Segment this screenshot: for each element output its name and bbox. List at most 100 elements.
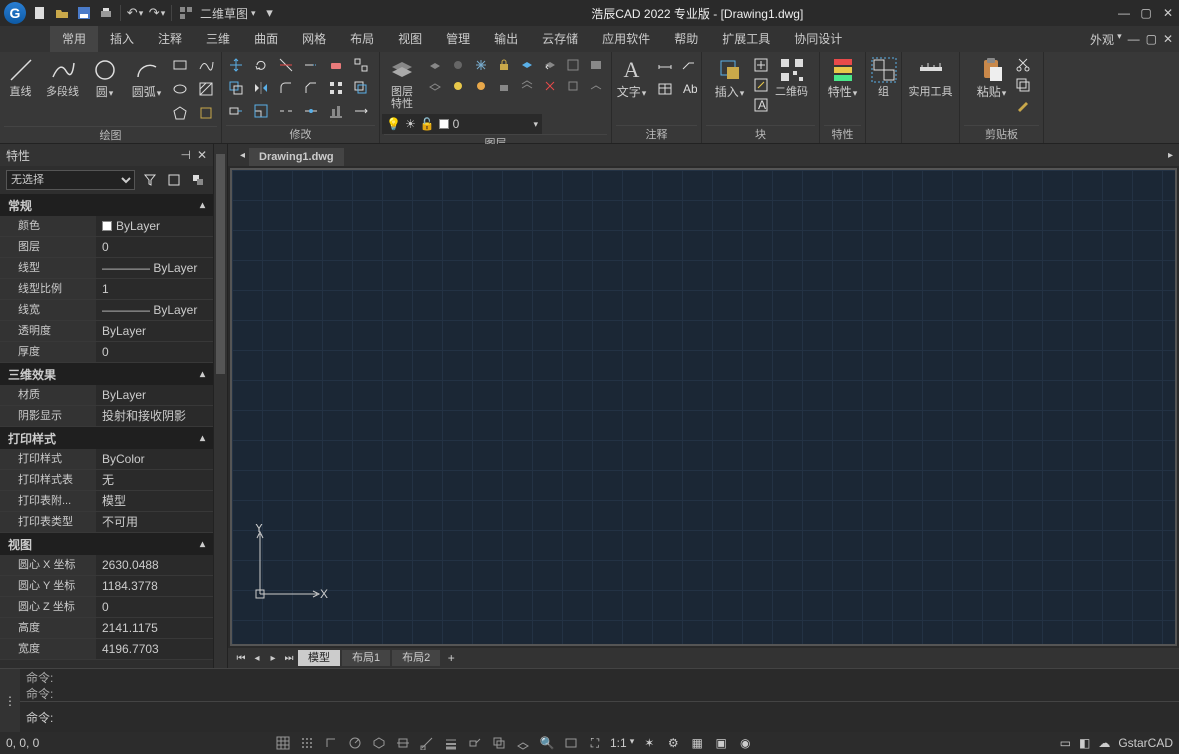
layer-copy-icon[interactable] (564, 77, 582, 95)
rotate-icon[interactable] (252, 56, 270, 74)
prop-row[interactable]: 线型比例1 (0, 279, 213, 300)
tab-mesh[interactable]: 网格 (290, 26, 338, 52)
scale-display[interactable]: 1:1▾ (610, 736, 634, 750)
prop-row[interactable]: 厚度0 (0, 342, 213, 363)
layout-add[interactable]: + (442, 651, 460, 665)
section-常规[interactable]: 常规▴ (0, 194, 213, 216)
region-icon[interactable] (197, 104, 215, 122)
move-icon[interactable] (227, 56, 245, 74)
prop-row[interactable]: 阴影显示投射和接收阴影 (0, 406, 213, 427)
prop-row[interactable]: 高度2141.1175 (0, 618, 213, 639)
prop-value[interactable]: 2141.1175 (96, 618, 213, 638)
chamfer-icon[interactable] (302, 79, 320, 97)
layer-match-icon[interactable] (518, 56, 536, 74)
layer-walk-icon[interactable] (564, 56, 582, 74)
prop-value[interactable]: ByLayer (96, 385, 213, 405)
prop-row[interactable]: 颜色ByLayer (0, 216, 213, 237)
prop-value[interactable]: 0 (96, 237, 213, 257)
prop-value[interactable]: 不可用 (96, 512, 213, 532)
prop-row[interactable]: 材质ByLayer (0, 385, 213, 406)
undo-icon[interactable]: ↶▾ (127, 5, 143, 21)
tab-ext[interactable]: 扩展工具 (710, 26, 782, 52)
prop-value[interactable]: 4196.7703 (96, 639, 213, 659)
prop-row[interactable]: 打印样式表无 (0, 470, 213, 491)
redo-icon[interactable]: ↷▾ (149, 5, 165, 21)
new-icon[interactable] (32, 5, 48, 21)
select-obj-icon[interactable] (165, 171, 183, 189)
layer-del-icon[interactable] (541, 77, 559, 95)
pickset-icon[interactable] (189, 171, 207, 189)
prop-row[interactable]: 线型———— ByLayer (0, 258, 213, 279)
prop-row[interactable]: 圆心 X 坐标2630.0488 (0, 555, 213, 576)
copy-clip-icon[interactable] (1014, 76, 1032, 94)
text-button[interactable]: A文字▾ (612, 54, 652, 99)
doc-close[interactable]: ✕ (1163, 32, 1173, 46)
prop-row[interactable]: 圆心 Y 坐标1184.3778 (0, 576, 213, 597)
section-三维效果[interactable]: 三维效果▴ (0, 363, 213, 385)
hatch-icon[interactable] (197, 80, 215, 98)
util-button[interactable]: 实用工具 (904, 54, 958, 98)
tab-3d[interactable]: 三维 (194, 26, 242, 52)
layer-merge-icon[interactable] (518, 77, 536, 95)
model-canvas[interactable]: Y X (230, 168, 1177, 646)
circle-button[interactable]: 圆▾ (85, 54, 125, 99)
prop-row[interactable]: 线宽———— ByLayer (0, 300, 213, 321)
tab-view[interactable]: 视图 (386, 26, 434, 52)
section-打印样式[interactable]: 打印样式▴ (0, 427, 213, 449)
isolate-icon[interactable]: ◉ (736, 734, 754, 752)
layer-state-icon[interactable] (587, 56, 605, 74)
properties-button[interactable]: 特性▾ (823, 54, 863, 99)
dyn-toggle-icon[interactable] (466, 734, 484, 752)
lengthen-icon[interactable] (352, 102, 370, 120)
prop-value[interactable]: 2630.0488 (96, 555, 213, 575)
print-icon[interactable] (98, 5, 114, 21)
cycle-toggle-icon[interactable] (490, 734, 508, 752)
tab-insert[interactable]: 插入 (98, 26, 146, 52)
open-icon[interactable] (54, 5, 70, 21)
tab-home[interactable]: 常用 (50, 26, 98, 52)
prop-value[interactable]: 无 (96, 470, 213, 490)
ortho-toggle-icon[interactable] (322, 734, 340, 752)
tab-manage[interactable]: 管理 (434, 26, 482, 52)
mirror-icon[interactable] (252, 79, 270, 97)
osnap-toggle-icon[interactable] (394, 734, 412, 752)
spline-icon[interactable] (197, 56, 215, 74)
paste-button[interactable]: 粘贴▾ (972, 54, 1012, 99)
otrack-toggle-icon[interactable] (418, 734, 436, 752)
layer-off-icon[interactable] (449, 56, 467, 74)
layer-thaw-icon[interactable] (472, 77, 490, 95)
prop-value[interactable]: 1184.3778 (96, 576, 213, 596)
scale-icon[interactable] (252, 102, 270, 120)
layer-uniso-icon[interactable] (426, 77, 444, 95)
prop-row[interactable]: 打印表类型不可用 (0, 512, 213, 533)
group-button[interactable]: 组 (864, 54, 904, 98)
annovisible-icon[interactable]: ✶ (640, 734, 658, 752)
maximize-button[interactable]: ▢ (1139, 6, 1153, 20)
command-input[interactable]: 命令: (20, 701, 1179, 732)
layer-on-icon[interactable] (449, 77, 467, 95)
prop-value[interactable]: 投射和接收阴影 (96, 406, 213, 426)
join-icon[interactable] (302, 102, 320, 120)
annoauto-icon[interactable]: ⚙ (664, 734, 682, 752)
coordinates[interactable]: 0, 0, 0 (6, 736, 86, 750)
current-layer-dropdown[interactable]: 💡 ☀ 🔓 0 ▾ (382, 114, 542, 134)
section-视图[interactable]: 视图▴ (0, 533, 213, 555)
trim-icon[interactable] (277, 56, 295, 74)
app-logo[interactable]: G (4, 2, 26, 24)
magnify-status-icon[interactable]: 🔍 (538, 734, 556, 752)
prop-value[interactable]: ByColor (96, 449, 213, 469)
offset-icon[interactable] (352, 79, 370, 97)
extend-icon[interactable] (302, 56, 320, 74)
tab-output[interactable]: 输出 (482, 26, 530, 52)
selection-dropdown[interactable]: 无选择 (6, 170, 135, 190)
polar-toggle-icon[interactable] (346, 734, 364, 752)
layer-unlock-icon[interactable] (495, 77, 513, 95)
tab-surface[interactable]: 曲面 (242, 26, 290, 52)
tab-layout[interactable]: 布局 (338, 26, 386, 52)
3dosnap-toggle-icon[interactable] (514, 734, 532, 752)
layer-properties-button[interactable]: 图层 特性 (382, 54, 422, 110)
polygon-icon[interactable] (171, 104, 189, 122)
grid-toggle-icon[interactable] (274, 734, 292, 752)
layer-lock-icon[interactable] (495, 56, 513, 74)
erase-icon[interactable] (327, 56, 345, 74)
